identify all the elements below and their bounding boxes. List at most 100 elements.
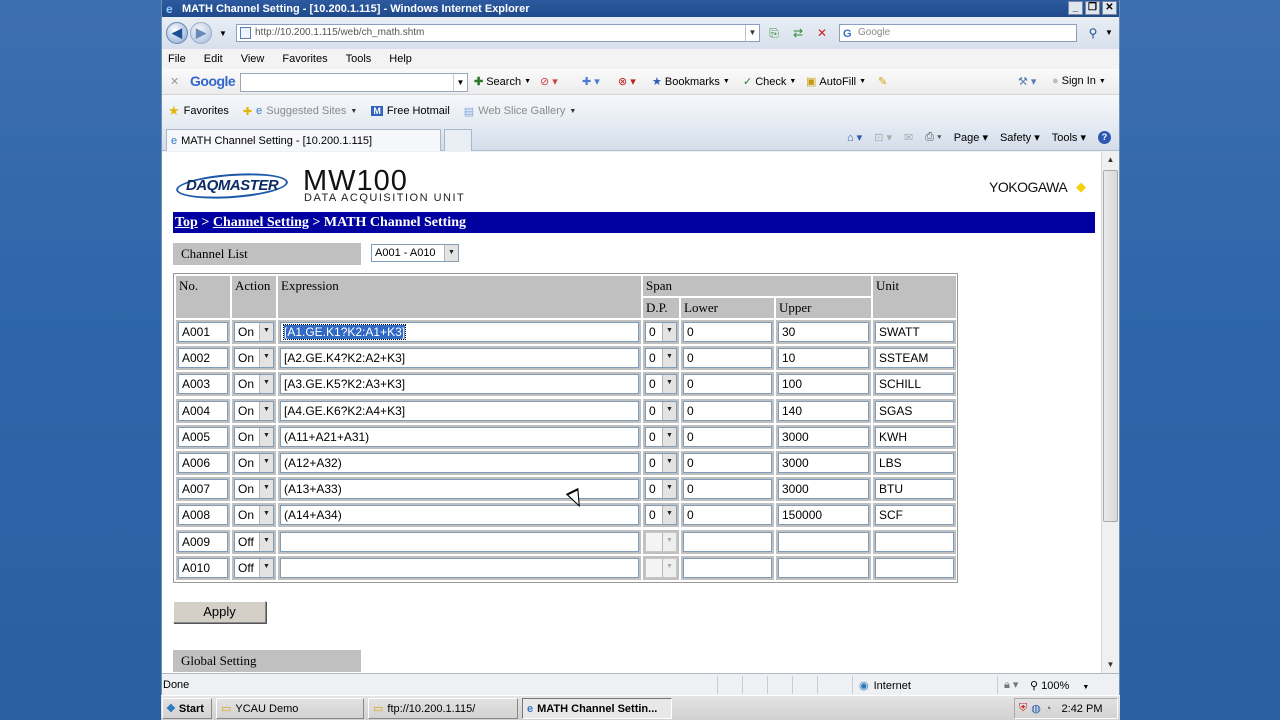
vertical-scrollbar[interactable]: ▲ ▼ [1101, 152, 1119, 673]
close-button[interactable]: ✕ [1102, 1, 1117, 15]
decimal-place-select[interactable]: ▼ [645, 558, 677, 578]
action-select[interactable]: On ▼ [234, 479, 274, 499]
apply-button[interactable]: Apply [173, 601, 266, 623]
start-button[interactable]: ❖ Start [162, 698, 212, 719]
spell-check-button[interactable]: ✓ Check ▼ [743, 75, 796, 89]
refresh-icon[interactable]: ⇄ [789, 25, 807, 41]
security-zone[interactable]: ◉ Internet [859, 679, 911, 693]
suggested-sites-link[interactable]: ✚ e Suggested Sites ▼ [243, 105, 357, 118]
span-lower-input[interactable]: 0 [683, 453, 772, 473]
span-upper-input[interactable]: 100 [778, 374, 869, 394]
expression-input[interactable]: (A14+A34) [280, 505, 639, 525]
taskbar-item-ftp[interactable]: ▭ ftp://10.200.1.115/ [368, 698, 518, 719]
unit-input[interactable] [875, 532, 954, 552]
unit-input[interactable]: SCF [875, 505, 954, 525]
home-icon[interactable]: ⌂ ▾ [847, 131, 862, 144]
span-lower-input[interactable]: 0 [683, 348, 772, 368]
menu-favorites[interactable]: Favorites [282, 53, 327, 65]
expression-input[interactable]: (A12+A32) [280, 453, 639, 473]
decimal-place-select[interactable]: 0 ▼ [645, 453, 677, 473]
span-upper-input[interactable]: 140 [778, 401, 869, 421]
feeds-icon[interactable]: ⊡ ▾ [874, 131, 892, 144]
unit-input[interactable]: SGAS [875, 401, 954, 421]
expression-input[interactable]: (A13+A33) [280, 479, 639, 499]
new-tab-button[interactable] [444, 129, 472, 151]
action-select[interactable]: On ▼ [234, 401, 274, 421]
decimal-place-select[interactable]: 0 ▼ [645, 322, 677, 342]
google-search-button[interactable]: ✚ Search ▼ [474, 75, 531, 89]
decimal-place-select[interactable]: 0 ▼ [645, 348, 677, 368]
expression-input[interactable]: [A2.GE.K4?K2:A2+K3] [280, 348, 639, 368]
unit-input[interactable]: SWATT [875, 322, 954, 342]
decimal-place-select[interactable]: 0 ▼ [645, 427, 677, 447]
settings-wrench-icon[interactable]: ⚒ ▾ [1018, 75, 1036, 88]
action-select[interactable]: On ▼ [234, 348, 274, 368]
action-select[interactable]: On ▼ [234, 374, 274, 394]
expression-input[interactable]: [A3.GE.K5?K2:A3+K3] [280, 374, 639, 394]
protected-mode-icon[interactable]: 🔒︎ ▾ [1004, 678, 1018, 692]
unit-input[interactable]: BTU [875, 479, 954, 499]
span-lower-input[interactable]: 0 [683, 427, 772, 447]
action-select[interactable]: On ▼ [234, 427, 274, 447]
span-lower-input[interactable]: 0 [683, 401, 772, 421]
menu-edit[interactable]: Edit [204, 53, 223, 65]
maximize-button[interactable]: ❐ [1085, 1, 1100, 15]
zoom-control[interactable]: ⚲ 100% ▼ [1030, 679, 1089, 692]
breadcrumb-channel-link[interactable]: Channel Setting [213, 215, 309, 230]
menu-file[interactable]: File [168, 53, 186, 65]
action-select[interactable]: Off ▼ [234, 532, 274, 552]
span-upper-input[interactable]: 30 [778, 322, 869, 342]
compatibility-icon[interactable]: ⎘ [765, 25, 783, 41]
search-options-icon[interactable]: ▼ [1100, 25, 1118, 41]
address-dropdown-icon[interactable]: ▼ [745, 25, 759, 41]
highlighter-icon[interactable]: ✎ [878, 75, 887, 88]
bookmarks-button[interactable]: ★ Bookmarks ▼ [652, 75, 730, 89]
web-slice-gallery-link[interactable]: ▤ Web Slice Gallery ▼ [464, 105, 577, 118]
action-select[interactable]: On ▼ [234, 505, 274, 525]
expression-input[interactable]: (A11+A21+A31) [280, 427, 639, 447]
span-upper-input[interactable]: 3000 [778, 453, 869, 473]
taskbar-item-ycau-demo[interactable]: ▭ YCAU Demo [216, 698, 364, 719]
mail-icon[interactable]: ✉ [904, 131, 913, 144]
plus-icon[interactable]: ✚ ▾ [582, 75, 600, 88]
decimal-place-select[interactable]: 0 ▼ [645, 401, 677, 421]
tools-menu[interactable]: Tools ▾ [1052, 131, 1086, 144]
span-lower-input[interactable]: 0 [683, 479, 772, 499]
decimal-place-select[interactable]: 0 ▼ [645, 505, 677, 525]
span-upper-input[interactable]: 150000 [778, 505, 869, 525]
expression-input[interactable] [280, 558, 639, 578]
speaker-icon[interactable]: ◔ [1045, 703, 1052, 715]
span-upper-input[interactable]: 3000 [778, 427, 869, 447]
span-upper-input[interactable]: 3000 [778, 479, 869, 499]
expression-input[interactable]: [A4.GE.K6?K2:A4+K3] [280, 401, 639, 421]
unit-input[interactable]: LBS [875, 453, 954, 473]
favorites-button[interactable]: ★ Favorites [168, 103, 229, 119]
span-upper-input[interactable]: 10 [778, 348, 869, 368]
action-select[interactable]: Off ▼ [234, 558, 274, 578]
history-dropdown-icon[interactable]: ▼ [214, 26, 232, 42]
span-lower-input[interactable]: 0 [683, 505, 772, 525]
decimal-place-select[interactable]: 0 ▼ [645, 479, 677, 499]
breadcrumb-top-link[interactable]: Top [175, 215, 198, 230]
toolbar-close-icon[interactable]: ✕ [170, 75, 179, 88]
decimal-place-select[interactable]: ▼ [645, 532, 677, 552]
share-icon[interactable]: ⊘ ▾ [540, 75, 558, 88]
unit-input[interactable]: SSTEAM [875, 348, 954, 368]
help-icon[interactable]: ? [1098, 131, 1111, 144]
tab-math-channel[interactable]: e MATH Channel Setting - [10.200.1.115] [166, 129, 441, 151]
network-icon[interactable]: ◍ [1031, 702, 1041, 715]
expression-input[interactable]: [A1.GE.K1?K2:A1+K3] [280, 322, 639, 342]
safety-menu[interactable]: Safety ▾ [1000, 131, 1040, 144]
unit-input[interactable] [875, 558, 954, 578]
sign-in-button[interactable]: ● Sign In ▼ [1052, 75, 1106, 87]
scroll-up-icon[interactable]: ▲ [1102, 152, 1119, 168]
free-hotmail-link[interactable]: M Free Hotmail [371, 105, 450, 117]
menu-tools[interactable]: Tools [346, 53, 372, 65]
address-bar[interactable]: http://10.200.1.115/web/ch_math.shtm ▼ [236, 24, 760, 42]
unit-input[interactable]: KWH [875, 427, 954, 447]
page-menu[interactable]: Page ▾ [954, 131, 988, 144]
span-lower-input[interactable] [683, 532, 772, 552]
unit-input[interactable]: SCHILL [875, 374, 954, 394]
decimal-place-select[interactable]: 0 ▼ [645, 374, 677, 394]
span-lower-input[interactable]: 0 [683, 322, 772, 342]
